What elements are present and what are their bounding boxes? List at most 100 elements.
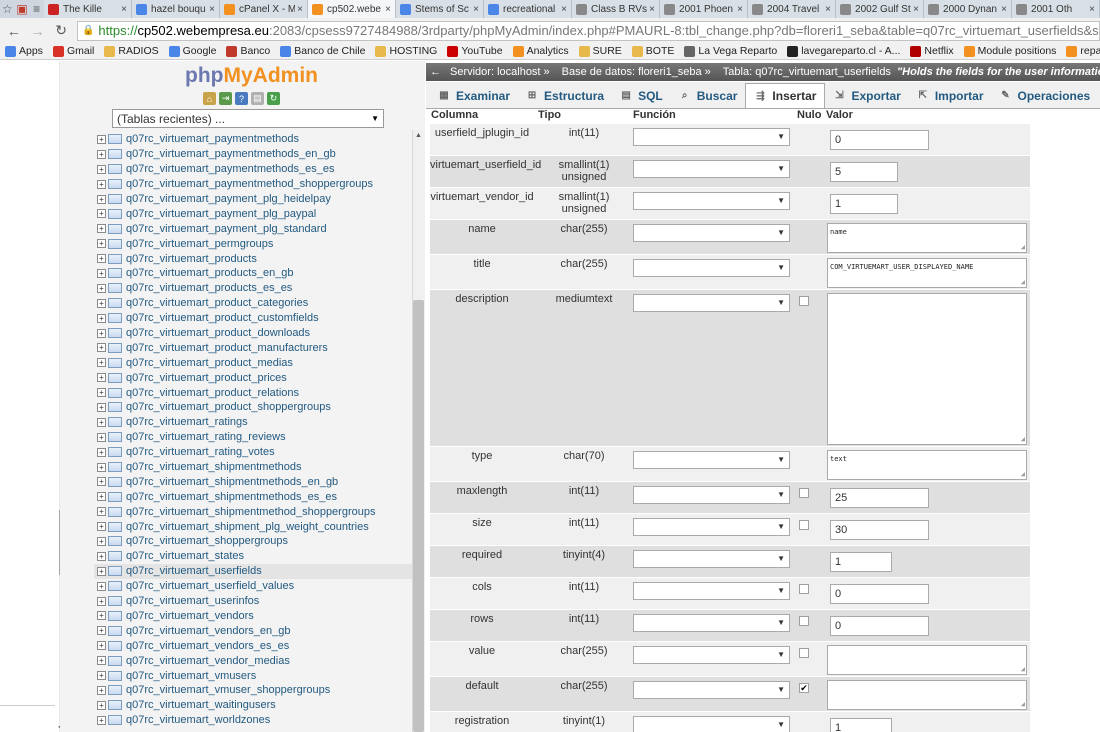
null-checkbox[interactable]	[799, 488, 809, 498]
expand-icon[interactable]: +	[97, 417, 106, 427]
tree-table-name[interactable]: q07rc_virtuemart_vendors_en_gb	[126, 625, 291, 637]
tree-table-item[interactable]: + q07rc_virtuemart_vmuser_shoppergroups	[94, 683, 412, 698]
bookmark-item[interactable]: Module positions	[963, 45, 1056, 57]
logout-icon[interactable]: ⇥	[219, 92, 232, 105]
expand-icon[interactable]: +	[97, 671, 106, 680]
tree-table-item[interactable]: + q07rc_virtuemart_paymentmethods_en_gb	[94, 147, 412, 162]
tree-table-item[interactable]: + q07rc_virtuemart_states	[94, 549, 412, 564]
tree-table-name[interactable]: q07rc_virtuemart_products_es_es	[126, 282, 292, 294]
tree-table-name[interactable]: q07rc_virtuemart_paymentmethods_en_gb	[126, 148, 336, 160]
tree-table-name[interactable]: q07rc_virtuemart_product_downloads	[126, 327, 310, 339]
value-textarea[interactable]: name ◢	[827, 223, 1027, 253]
browser-tab[interactable]: 2004 Travel ×	[748, 0, 837, 18]
browser-tab[interactable]: cp502.webe ×	[308, 0, 397, 18]
tree-table-item[interactable]: + q07rc_virtuemart_payment_plg_paypal	[94, 206, 412, 221]
expand-icon[interactable]: +	[97, 507, 106, 517]
value-textarea[interactable]: text ◢	[827, 450, 1027, 480]
tree-table-item[interactable]: + q07rc_virtuemart_shipmentmethods_en_gb	[94, 474, 412, 489]
expand-icon[interactable]: +	[97, 194, 106, 204]
value-textarea[interactable]: ◢	[827, 293, 1027, 445]
tree-table-name[interactable]: q07rc_virtuemart_rating_votes	[126, 446, 275, 458]
tree-table-name[interactable]: q07rc_virtuemart_shoppergroups	[126, 535, 288, 547]
tree-table-item[interactable]: + q07rc_virtuemart_product_downloads	[94, 326, 412, 341]
bookmark-item[interactable]: RADIOS	[104, 45, 159, 57]
tree-table-name[interactable]: q07rc_virtuemart_vmusers	[126, 670, 256, 682]
docs-icon[interactable]: ▤	[251, 92, 264, 105]
tree-table-name[interactable]: q07rc_virtuemart_worldzones	[126, 714, 270, 726]
extension-icon[interactable]: ▣	[15, 0, 30, 18]
tree-table-item[interactable]: + q07rc_virtuemart_shipmentmethods	[94, 460, 412, 475]
expand-icon[interactable]: +	[97, 328, 106, 338]
resize-grip-icon[interactable]: ◢	[1021, 278, 1025, 286]
tree-table-item[interactable]: + q07rc_virtuemart_worldzones	[94, 713, 412, 728]
tree-table-name[interactable]: q07rc_virtuemart_payment_plg_standard	[126, 223, 327, 235]
tree-table-item[interactable]: + q07rc_virtuemart_products_es_es	[94, 281, 412, 296]
null-checkbox[interactable]	[799, 616, 809, 626]
value-input[interactable]: 0	[830, 584, 929, 604]
tree-table-name[interactable]: q07rc_virtuemart_product_manufacturers	[126, 342, 328, 354]
resize-grip-icon[interactable]: ◢	[1021, 435, 1025, 443]
expand-icon[interactable]: +	[97, 685, 106, 695]
expand-icon[interactable]: +	[97, 343, 106, 353]
expand-icon[interactable]: +	[97, 239, 106, 249]
tree-table-item[interactable]: + q07rc_virtuemart_waitingusers	[94, 698, 412, 713]
expand-icon[interactable]: +	[97, 388, 106, 398]
browser-tab[interactable]: hazel bouqu ×	[132, 0, 221, 18]
value-input[interactable]: 0	[830, 616, 929, 636]
resize-grip-icon[interactable]: ◢	[1021, 470, 1025, 478]
browser-tab[interactable]: recreational ×	[484, 0, 573, 18]
tree-table-name[interactable]: q07rc_virtuemart_paymentmethod_shoppergr…	[126, 178, 373, 190]
tree-table-name[interactable]: q07rc_virtuemart_paymentmethods	[126, 133, 299, 145]
close-icon[interactable]: ×	[473, 4, 479, 15]
resize-grip-icon[interactable]: ◢	[1021, 243, 1025, 251]
tree-table-name[interactable]: q07rc_virtuemart_userinfos	[126, 595, 259, 607]
resize-grip-icon[interactable]: ◢	[1021, 700, 1025, 708]
expand-icon[interactable]: +	[97, 432, 106, 442]
expand-icon[interactable]: +	[97, 536, 106, 546]
tree-table-name[interactable]: q07rc_virtuemart_userfields	[126, 565, 262, 577]
bookmark-item[interactable]: lavegareparto.cl - A...	[787, 45, 900, 57]
tree-table-name[interactable]: q07rc_virtuemart_paymentmethods_es_es	[126, 163, 335, 175]
null-checkbox[interactable]: ✔	[799, 683, 809, 693]
expand-icon[interactable]: +	[97, 596, 106, 606]
value-input[interactable]: 1	[830, 718, 892, 732]
tree-table-item[interactable]: + q07rc_virtuemart_vendors_en_gb	[94, 623, 412, 638]
tab-sql[interactable]: ▤ SQL	[612, 83, 671, 108]
tab-estructura[interactable]: ⊞ Estructura	[518, 83, 612, 108]
function-select[interactable]: ▼	[633, 716, 790, 732]
browser-tab[interactable]: cPanel X - M ×	[220, 0, 309, 18]
expand-icon[interactable]: +	[97, 134, 106, 144]
browser-tab[interactable]: 2002 Gulf St ×	[836, 0, 925, 18]
bookmark-item[interactable]: Apps	[5, 45, 43, 57]
expand-icon[interactable]: +	[97, 179, 106, 189]
tree-table-name[interactable]: q07rc_virtuemart_states	[126, 550, 244, 562]
breadcrumb-database[interactable]: Base de datos: floreri1_seba	[562, 66, 702, 78]
forward-arrow-icon[interactable]: →	[28, 21, 48, 41]
null-checkbox[interactable]	[799, 584, 809, 594]
function-select[interactable]: ▼	[633, 646, 790, 664]
expand-icon[interactable]: +	[97, 700, 106, 710]
tree-table-item[interactable]: + q07rc_virtuemart_vendors	[94, 609, 412, 624]
function-select[interactable]: ▼	[633, 160, 790, 178]
tree-table-item[interactable]: + q07rc_virtuemart_rating_votes	[94, 445, 412, 460]
tree-table-name[interactable]: q07rc_virtuemart_payment_plg_paypal	[126, 208, 316, 220]
home-icon[interactable]: ⌂	[203, 92, 216, 105]
function-select[interactable]: ▼	[633, 192, 790, 210]
tree-table-name[interactable]: q07rc_virtuemart_shipmentmethods_es_es	[126, 491, 337, 503]
expand-icon[interactable]: +	[97, 477, 106, 487]
value-input[interactable]: 0	[830, 130, 929, 150]
tree-table-item[interactable]: + q07rc_virtuemart_userinfos	[94, 594, 412, 609]
value-textarea[interactable]: COM_VIRTUEMART_USER_DISPLAYED_NAME ◢	[827, 258, 1027, 288]
expand-icon[interactable]: +	[97, 373, 106, 383]
null-checkbox[interactable]	[799, 520, 809, 530]
browser-tab[interactable]: 2000 Dynan ×	[924, 0, 1013, 18]
tree-table-item[interactable]: + q07rc_virtuemart_ratings	[94, 415, 412, 430]
function-select[interactable]: ▼	[633, 451, 790, 469]
bookmark-item[interactable]: Analytics	[512, 45, 569, 57]
bookmark-item[interactable]: BOTE	[631, 45, 674, 57]
tree-table-name[interactable]: q07rc_virtuemart_vmuser_shoppergroups	[126, 684, 330, 696]
phpmyadmin-logo[interactable]: phpMyAdmin	[185, 64, 318, 88]
bookmark-item[interactable]: SURE	[578, 45, 622, 57]
expand-icon[interactable]: +	[97, 551, 106, 561]
tree-table-item[interactable]: + q07rc_virtuemart_userfield_values	[94, 579, 412, 594]
